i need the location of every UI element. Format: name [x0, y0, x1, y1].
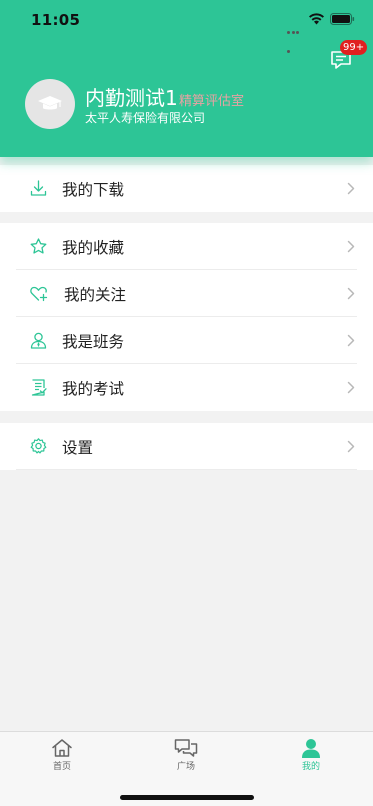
user-company: 太平人寿保险有限公司	[85, 111, 206, 125]
menu-item-label: 我是班务	[62, 333, 125, 351]
chevron-right-icon	[347, 440, 355, 453]
menu-item-label: 我的关注	[64, 286, 127, 304]
menu-item-label: 我的下载	[62, 181, 125, 199]
menu-item-downloads[interactable]: 我的下载	[0, 165, 373, 212]
signal-dots-icon	[287, 19, 305, 53]
menu-item-label: 设置	[62, 439, 94, 457]
wifi-icon	[309, 13, 324, 25]
menu-group-main: 我的收藏 我的关注 我是班务 我的考试	[0, 223, 373, 411]
gear-icon	[30, 438, 47, 454]
menu-item-follows[interactable]: 我的关注	[0, 270, 373, 317]
menu-group-settings: 设置	[0, 423, 373, 470]
divider	[16, 469, 357, 470]
tab-label: 广场	[176, 762, 195, 772]
menu-item-label: 我的收藏	[62, 239, 125, 257]
tab-square[interactable]: 广场	[156, 738, 216, 772]
user-department: 精算评估室	[179, 94, 245, 109]
heart-plus-icon	[30, 286, 48, 302]
profile-icon	[302, 739, 320, 758]
profile-header: 11:05 99+ 内勤测试1 精算评估室 太平人寿保险有限公司	[0, 0, 373, 157]
menu-item-favorites[interactable]: 我的收藏	[0, 223, 373, 270]
home-icon	[52, 739, 72, 757]
menu-item-settings[interactable]: 设置	[0, 423, 373, 470]
message-badge: 99+	[340, 40, 368, 55]
status-time: 11:05	[31, 11, 81, 29]
chevron-right-icon	[347, 381, 355, 394]
status-bar: 11:05	[0, 0, 373, 53]
battery-icon	[330, 13, 355, 25]
graduation-cap-icon	[38, 96, 62, 110]
person-icon	[30, 332, 47, 349]
menu-item-class-affairs[interactable]: 我是班务	[0, 317, 373, 364]
menu-item-label: 我的考试	[62, 380, 125, 398]
tab-home[interactable]: 首页	[32, 738, 92, 772]
user-name: 内勤测试1	[85, 86, 178, 110]
chevron-right-icon	[347, 182, 355, 195]
chevron-right-icon	[347, 334, 355, 347]
mine-screen: 11:05 99+ 内勤测试1 精算评估室 太平人寿保险有限公司 我的下载 我的…	[0, 0, 373, 806]
download-icon	[30, 180, 47, 196]
exam-list-icon	[31, 379, 47, 396]
star-icon	[30, 238, 47, 254]
chat-bubbles-icon	[174, 739, 198, 757]
menu-item-exams[interactable]: 我的考试	[0, 364, 373, 411]
tab-label: 我的	[301, 762, 320, 772]
home-indicator	[120, 795, 254, 800]
menu-group-downloads: 我的下载	[0, 165, 373, 212]
tab-mine[interactable]: 我的	[281, 738, 341, 772]
chevron-right-icon	[347, 240, 355, 253]
avatar[interactable]	[25, 79, 75, 129]
chevron-right-icon	[347, 287, 355, 300]
tab-label: 首页	[52, 762, 71, 772]
